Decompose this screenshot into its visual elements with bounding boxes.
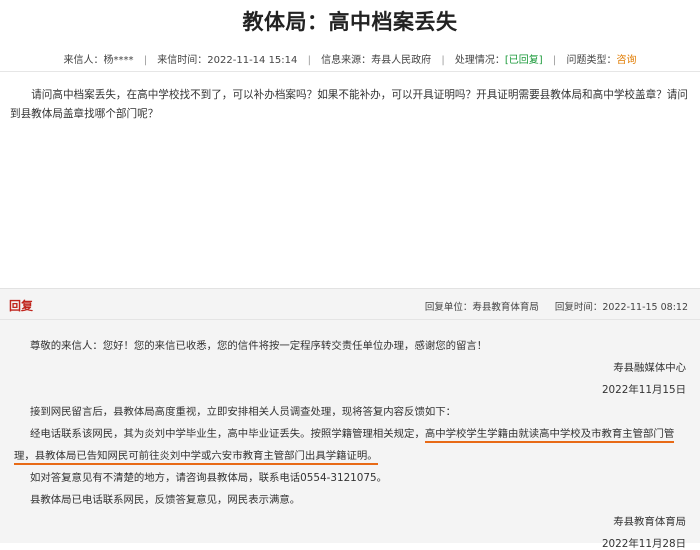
- divider: |: [307, 55, 311, 66]
- reply-signature-1: 寿县融媒体中心: [613, 362, 686, 374]
- reply-header: 回复 回复单位：寿县教育体育局 回复时间：2022-11-15 08:12: [0, 289, 700, 320]
- page-title: 教体局：高中档案丢失: [242, 10, 458, 34]
- reply-meta: 回复单位：寿县教育体育局 回复时间：2022-11-15 08:12: [425, 299, 688, 313]
- status-label: 处理情况：: [454, 55, 505, 66]
- reply-body-line-1: 经电话联系该网民，其为炎刘中学毕业生，高中毕业证丢失。按照学籍管理相关规定，高中…: [30, 425, 675, 443]
- underlined-text: 理，: [14, 450, 35, 465]
- reply-time: 回复时间：2022-11-15 08:12: [554, 302, 688, 313]
- reply-intro: 接到网民留言后，县教体局高度重视，立即安排相关人员调查处理，现将答复内容反馈如下…: [30, 406, 457, 418]
- letter-meta: 来信人：杨**** | 来信时间：2022-11-14 15:14 | 信息来源…: [0, 51, 700, 66]
- reply-unit: 回复单位：寿县教育体育局: [424, 302, 539, 313]
- reply-body-line-2: 理，县教体局已告知网民可前往炎刘中学或六安市教育主管部门出具学籍证明。: [14, 447, 378, 465]
- reply-section: 回复 回复单位：寿县教育体育局 回复时间：2022-11-15 08:12 尊敬的…: [0, 288, 700, 550]
- letter-time: 来信时间：2022-11-14 15:14: [157, 55, 298, 66]
- divider: |: [143, 55, 148, 66]
- reply-contact: 如对答复意见有不清楚的地方，请咨询县教体局，联系电话0554-3121075。: [30, 472, 388, 484]
- reply-heading: 回复: [9, 299, 34, 313]
- reply-date-1: 2022年11月15日: [601, 384, 686, 396]
- divider: |: [441, 55, 445, 66]
- header-divider: [0, 71, 700, 72]
- info-source: 信息来源：寿县人民政府: [321, 55, 432, 66]
- reply-date-2: 2022年11月28日: [601, 538, 686, 550]
- underlined-text: 高中学校学生学籍由就读高中学校及市教育主管部门管: [424, 428, 675, 443]
- reply-greeting: 尊敬的来信人：您好！您的来信已收悉，您的信件将按一定程序转交责任单位办理，感谢您…: [30, 340, 488, 352]
- reply-signature-2: 寿县教育体育局: [613, 516, 686, 528]
- status-badge: [已回复]: [504, 55, 543, 66]
- underlined-text: 县教体局已告知网民可前往炎刘中学或六安市教育主管部门出具学籍证明。: [34, 450, 378, 465]
- question-type-label: 问题类型：: [566, 55, 617, 66]
- divider: |: [552, 55, 557, 66]
- reply-body-text: 经电话联系该网民，其为炎刘中学毕业生，高中毕业证丢失。按照学籍管理相关规定，: [30, 428, 425, 440]
- sender: 来信人：杨****: [63, 55, 134, 66]
- question-text: 请问高中档案丢失，在高中学校找不到了，可以补办档案吗？如果不能补办，可以开具证明…: [10, 89, 688, 120]
- question-type-value: 咨询: [616, 55, 637, 66]
- reply-feedback: 县教体局已电话联系网民，反馈答复意见，网民表示满意。: [30, 494, 301, 506]
